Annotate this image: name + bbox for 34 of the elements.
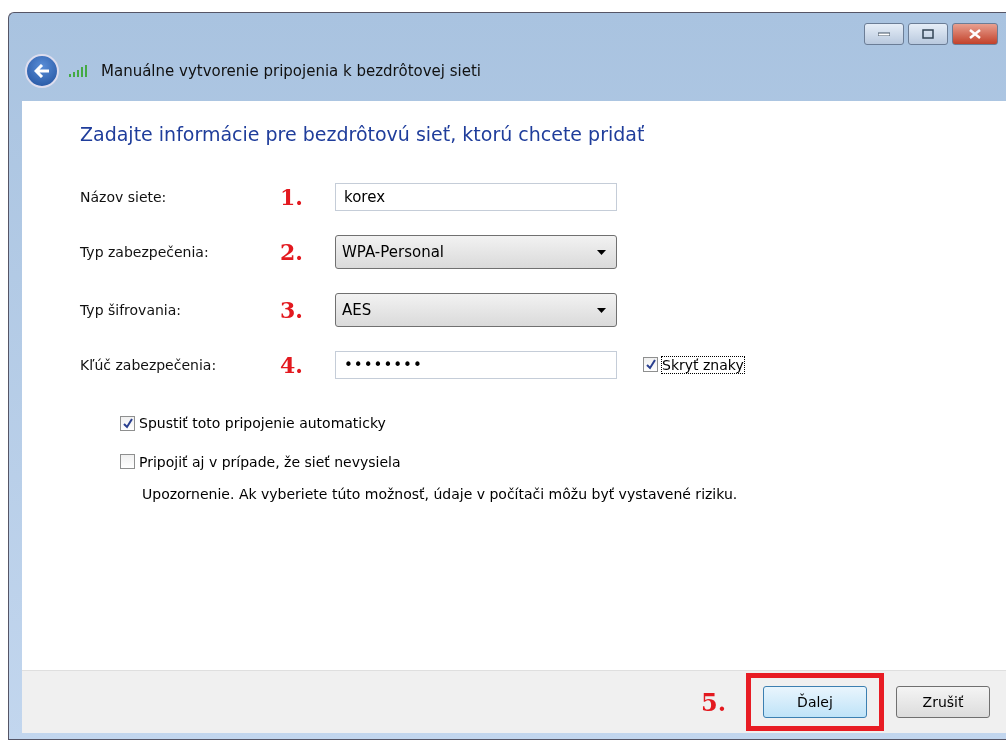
field-label: Názov siete: bbox=[80, 189, 168, 205]
checkbox-label: Skryť znaky bbox=[662, 356, 744, 373]
dropdown[interactable]: AES bbox=[335, 293, 617, 327]
field-label: Typ zabezpečenia: bbox=[80, 244, 210, 260]
dialog-button[interactable]: Zrušiť bbox=[896, 686, 990, 718]
close-icon bbox=[969, 29, 981, 39]
text-field[interactable]: korex bbox=[335, 183, 617, 211]
checkbox-label: Spustiť toto pripojenie automaticky bbox=[139, 415, 386, 431]
caret-icon bbox=[597, 249, 606, 255]
maximize-button[interactable] bbox=[908, 23, 948, 45]
checkbox[interactable] bbox=[643, 357, 658, 373]
dialog-button[interactable]: Ďalej bbox=[763, 686, 867, 718]
minimize-icon bbox=[878, 32, 890, 36]
checkbox[interactable] bbox=[120, 454, 135, 469]
back-button[interactable] bbox=[25, 54, 59, 88]
page-heading: Zadajte informácie pre bezdrôtovú sieť, ktorú chcete pridať bbox=[80, 123, 646, 145]
minimize-button[interactable] bbox=[864, 23, 904, 45]
step-number: 4. bbox=[280, 352, 304, 378]
field-label: Kľúč zabezpečenia: bbox=[80, 357, 218, 373]
dropdown[interactable]: WPA-Personal bbox=[335, 235, 617, 269]
maximize-icon bbox=[922, 29, 934, 39]
step-number: 5. bbox=[700, 687, 726, 717]
close-button[interactable] bbox=[952, 23, 998, 45]
step-number: 1. bbox=[280, 184, 304, 210]
back-arrow-icon bbox=[34, 64, 50, 78]
warning-note: Upozornenie. Ak vyberiete túto možnosť, údaje v počítači môžu byť vystavené riziku. bbox=[142, 486, 739, 502]
caret-icon bbox=[597, 307, 606, 313]
field-label: Typ šifrovania: bbox=[80, 302, 183, 318]
checkbox[interactable] bbox=[120, 415, 135, 431]
password-field[interactable]: •••••••• bbox=[335, 351, 617, 379]
step-number: 2. bbox=[280, 239, 304, 265]
window-title: Manuálne vytvorenie pripojenia k bezdrôtovej sieti bbox=[101, 62, 481, 80]
checkbox-label: Pripojiť aj v prípade, že sieť nevysiela bbox=[139, 453, 401, 470]
step-number: 3. bbox=[280, 297, 304, 323]
